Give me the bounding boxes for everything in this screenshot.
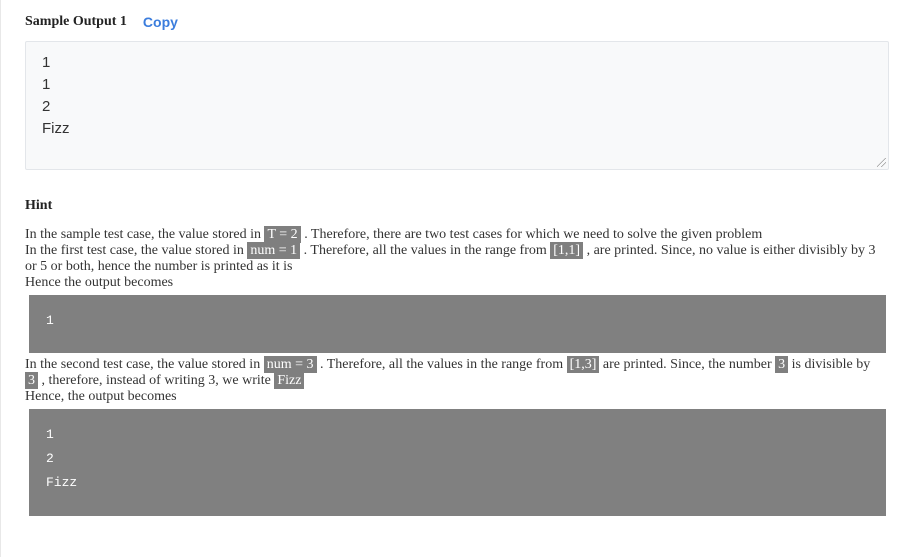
hint-text: , therefore, instead of writing 3, we wr… [38, 373, 275, 388]
highlight-badge: [1,3] [566, 356, 600, 373]
hint-text: In the first test case, the value stored… [25, 243, 248, 258]
sample-output-header: Sample Output 1 Copy [25, 12, 178, 32]
code-line: Fizz [46, 475, 78, 490]
output-line: 1 [42, 76, 51, 93]
hint-text: In the second test case, the value store… [25, 357, 264, 372]
hint-paragraph-group-1: In the sample test case, the value store… [25, 226, 885, 291]
sample-output-title: Sample Output 1 [25, 14, 127, 29]
output-line: 1 [42, 54, 51, 71]
hint-paragraph-2: In the first test case, the value stored… [25, 242, 885, 275]
code-block-1: 1 [29, 295, 886, 353]
hint-text: . Therefore, there are two test cases fo… [300, 227, 763, 242]
hint-text: is divisible by [788, 357, 871, 372]
highlight-badge: 3 [25, 372, 38, 389]
resize-handle-icon[interactable] [877, 158, 886, 167]
hint-paragraph-3: Hence the output becomes [25, 275, 174, 290]
hint-text: . Therefore, all the values in the range… [316, 357, 567, 372]
hint-paragraph-1: In the sample test case, the value store… [25, 226, 885, 243]
highlight-badge: num = 3 [263, 356, 317, 373]
code-line: 1 [46, 313, 54, 328]
hint-text: are printed. Since, the number [599, 357, 776, 372]
code-line: 2 [46, 451, 54, 466]
highlight-badge: Fizz [274, 372, 305, 389]
hint-title: Hint [25, 198, 53, 213]
hint-text: . Therefore, all the values in the range… [300, 243, 551, 258]
output-line: Fizz [42, 120, 70, 137]
hint-text: In the sample test case, the value store… [25, 227, 265, 242]
highlight-badge: 3 [775, 356, 789, 373]
highlight-badge: num = 1 [247, 242, 301, 259]
sample-output-textarea[interactable]: 1 1 2 Fizz [25, 41, 889, 170]
code-block-2: 1 2 Fizz [29, 409, 886, 516]
hint-paragraph-4: In the second test case, the value store… [25, 356, 885, 389]
highlight-badge: T = 2 [264, 226, 301, 243]
highlight-badge: [1,1] [550, 242, 584, 259]
hint-paragraph-5: Hence, the output becomes [25, 389, 177, 404]
hint-paragraph-group-2: In the second test case, the value store… [25, 356, 885, 405]
output-line: 2 [42, 98, 51, 115]
copy-button[interactable]: Copy [143, 14, 178, 30]
code-line: 1 [46, 427, 54, 442]
